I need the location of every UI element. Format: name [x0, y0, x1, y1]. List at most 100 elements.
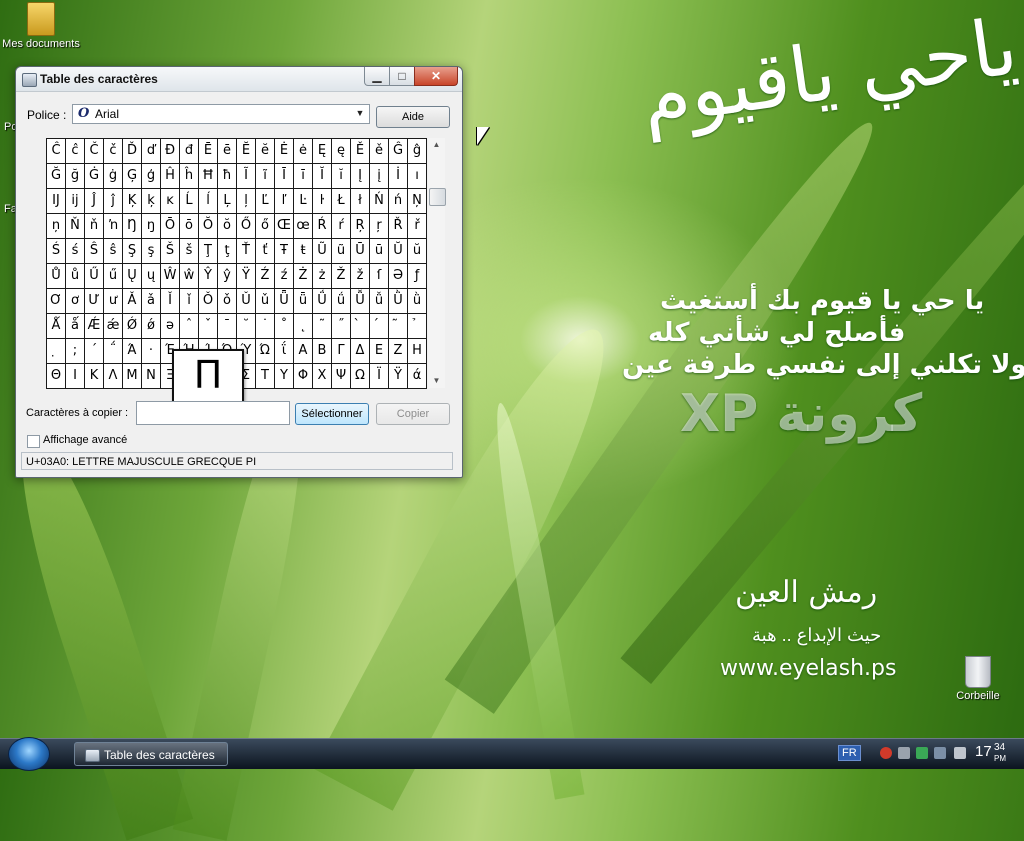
character-cell[interactable]: Ġ	[85, 164, 104, 189]
character-cell[interactable]: Ł	[332, 189, 351, 214]
character-cell[interactable]: ŀ	[313, 189, 332, 214]
character-cell[interactable]: ť	[256, 239, 275, 264]
character-cell[interactable]: ě	[370, 139, 389, 164]
character-cell[interactable]: Ĥ	[161, 164, 180, 189]
character-cell[interactable]: Β	[313, 339, 332, 364]
character-cell[interactable]: Ž	[332, 264, 351, 289]
character-cell[interactable]: ų	[142, 264, 161, 289]
character-cell[interactable]: Ľ	[256, 189, 275, 214]
character-cell[interactable]: ţ	[218, 239, 237, 264]
character-cell[interactable]: ļ	[237, 189, 256, 214]
character-cell[interactable]: Ļ	[218, 189, 237, 214]
character-cell[interactable]: Ǘ	[313, 289, 332, 314]
character-cell[interactable]: Ų	[123, 264, 142, 289]
scroll-up-arrow-icon[interactable]: ▲	[428, 138, 445, 152]
character-cell[interactable]: Ŀ	[294, 189, 313, 214]
character-cell[interactable]: ư	[104, 289, 123, 314]
character-cell[interactable]: Ĝ	[389, 139, 408, 164]
character-cell[interactable]: ņ	[47, 214, 66, 239]
character-cell[interactable]: ŧ	[294, 239, 313, 264]
character-cell[interactable]: Ĭ	[313, 164, 332, 189]
security-shield-icon[interactable]	[880, 747, 892, 759]
character-cell[interactable]: Γ	[332, 339, 351, 364]
character-cell[interactable]: Ĺ	[180, 189, 199, 214]
character-cell[interactable]: Œ	[275, 214, 294, 239]
character-cell[interactable]: Μ	[123, 364, 142, 389]
character-cell[interactable]: ż	[313, 264, 332, 289]
character-cell[interactable]: ˜	[313, 314, 332, 339]
character-cell[interactable]: ĵ	[104, 189, 123, 214]
character-cell[interactable]: Ģ	[123, 164, 142, 189]
character-cell[interactable]: Ŋ	[123, 214, 142, 239]
character-cell[interactable]: Ź	[256, 264, 275, 289]
character-cell[interactable]: ĝ	[408, 139, 427, 164]
character-cell[interactable]: Ş	[123, 239, 142, 264]
character-cell[interactable]: Đ	[161, 139, 180, 164]
character-cell[interactable]: Č	[85, 139, 104, 164]
character-cell[interactable]: Ę	[313, 139, 332, 164]
character-cell[interactable]: Ĉ	[47, 139, 66, 164]
minimize-button[interactable]: ▁	[364, 67, 390, 86]
character-cell[interactable]: ŭ	[408, 239, 427, 264]
character-cell[interactable]: ĳ	[66, 189, 85, 214]
character-cell[interactable]: Ğ	[47, 164, 66, 189]
character-cell[interactable]: ŋ	[142, 214, 161, 239]
character-cell[interactable]: ę	[332, 139, 351, 164]
character-cell[interactable]: ŕ	[332, 214, 351, 239]
character-cell[interactable]: ά	[408, 364, 427, 389]
network-icon[interactable]	[898, 747, 910, 759]
character-cell[interactable]: ĭ	[332, 164, 351, 189]
character-cell[interactable]: Λ	[104, 364, 123, 389]
character-cell[interactable]: ř	[408, 214, 427, 239]
character-cell[interactable]: ĥ	[180, 164, 199, 189]
character-cell[interactable]: Ū	[351, 239, 370, 264]
character-cell[interactable]: Š	[161, 239, 180, 264]
character-cell[interactable]: ǔ	[256, 289, 275, 314]
character-cell[interactable]: ś	[66, 239, 85, 264]
advanced-view-label[interactable]: Affichage avancé	[43, 434, 127, 446]
character-cell[interactable]: Ϋ	[389, 364, 408, 389]
character-cell[interactable]: Į	[351, 164, 370, 189]
character-cell[interactable]: ǽ	[104, 314, 123, 339]
character-cell[interactable]: Ż	[294, 264, 313, 289]
character-cell[interactable]: Κ	[85, 364, 104, 389]
character-cell[interactable]: ;	[66, 339, 85, 364]
character-cell[interactable]: ķ	[142, 189, 161, 214]
character-cell[interactable]: Ũ	[313, 239, 332, 264]
title-bar[interactable]: Table des caractères ▁ □ ✕	[16, 67, 462, 92]
character-cell[interactable]: ĺ	[199, 189, 218, 214]
character-cell[interactable]: ·	[142, 339, 161, 364]
character-cell[interactable]: ̣	[47, 339, 66, 364]
character-cell[interactable]: Ǿ	[123, 314, 142, 339]
character-cell[interactable]: Ĵ	[85, 189, 104, 214]
character-cell[interactable]: Ǖ	[275, 289, 294, 314]
character-cell[interactable]: ǿ	[142, 314, 161, 339]
character-cell[interactable]: ˘	[237, 314, 256, 339]
character-cell[interactable]: ű	[104, 264, 123, 289]
character-cell[interactable]: ΐ	[275, 339, 294, 364]
character-cell[interactable]: ů	[66, 264, 85, 289]
character-cell[interactable]: ď	[142, 139, 161, 164]
character-cell[interactable]: ı	[408, 164, 427, 189]
character-cell[interactable]: ́	[370, 314, 389, 339]
character-cell[interactable]: Ř	[389, 214, 408, 239]
help-button[interactable]: Aide	[376, 106, 450, 128]
character-cell[interactable]: ̃	[389, 314, 408, 339]
select-button[interactable]: Sélectionner	[295, 403, 369, 425]
character-cell[interactable]: Ń	[370, 189, 389, 214]
character-cell[interactable]: ş	[142, 239, 161, 264]
scrollbar-thumb[interactable]	[429, 188, 446, 206]
character-cell[interactable]: Δ	[351, 339, 370, 364]
character-cell[interactable]: Ĕ	[237, 139, 256, 164]
character-cell[interactable]: Ư	[85, 289, 104, 314]
character-cell[interactable]: Ŕ	[313, 214, 332, 239]
character-cell[interactable]: Θ	[47, 364, 66, 389]
character-cell[interactable]: Χ	[313, 364, 332, 389]
character-cell[interactable]: ˙	[256, 314, 275, 339]
character-cell[interactable]: Ǻ	[47, 314, 66, 339]
chevron-down-icon[interactable]: ▼	[353, 106, 367, 120]
scroll-down-arrow-icon[interactable]: ▼	[428, 374, 445, 388]
characters-to-copy-input[interactable]	[136, 401, 290, 425]
character-cell[interactable]: ˇ	[199, 314, 218, 339]
character-cell[interactable]: Ő	[237, 214, 256, 239]
